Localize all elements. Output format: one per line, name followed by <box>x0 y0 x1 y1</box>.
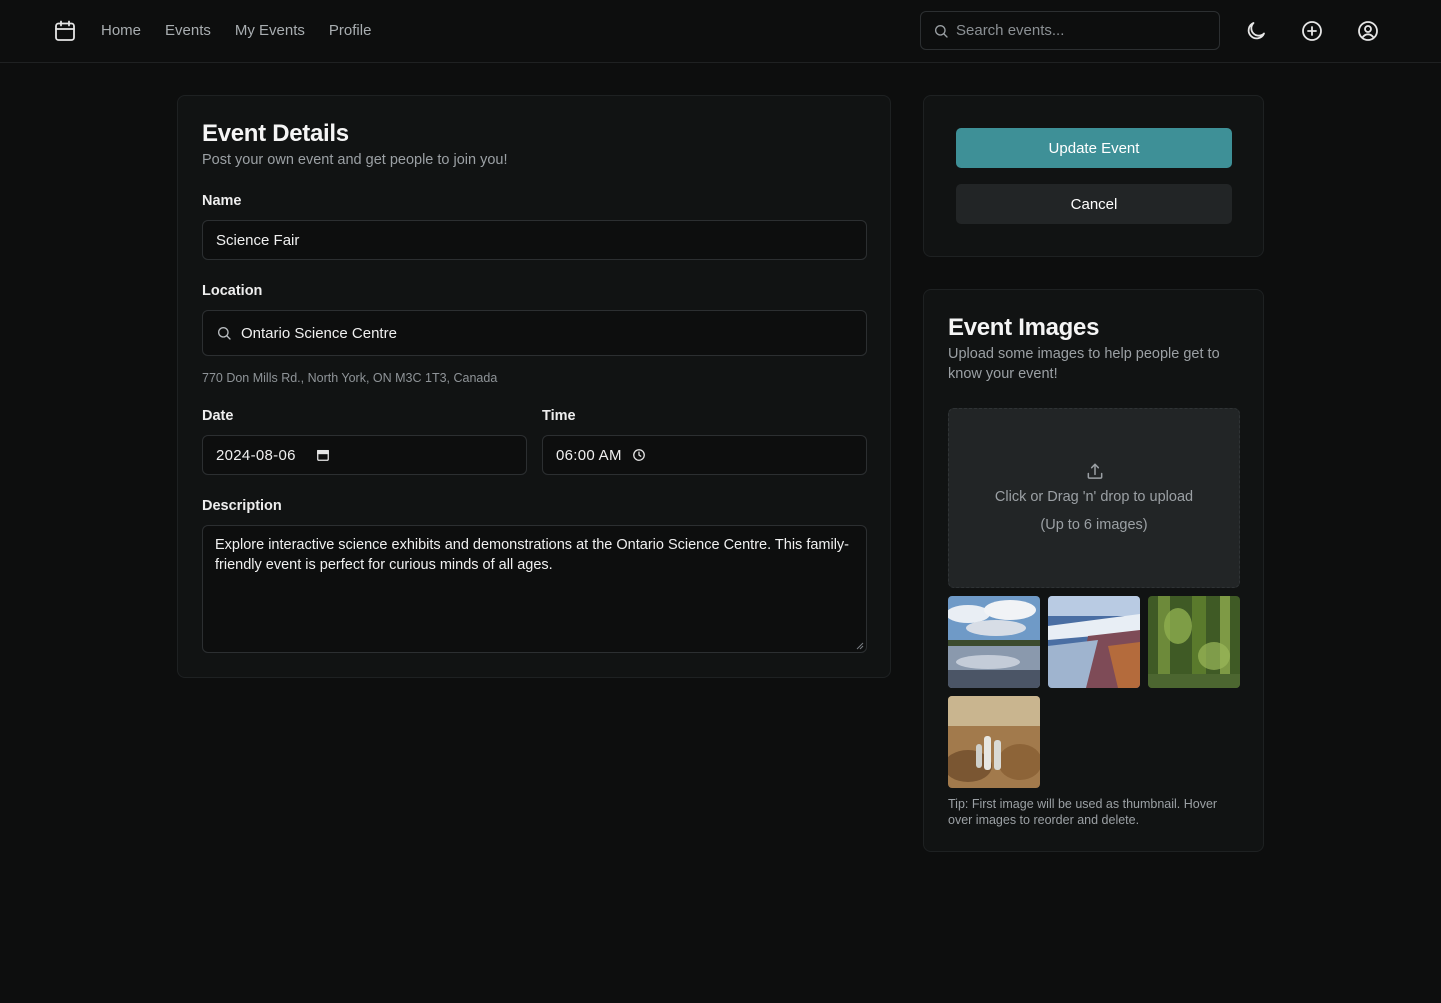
location-value: Ontario Science Centre <box>241 324 397 342</box>
details-title: Event Details <box>202 120 349 147</box>
description-label: Description <box>202 498 282 514</box>
description-textarea[interactable]: Explore interactive science exhibits and… <box>202 525 867 653</box>
main-nav: Home Events My Events Profile <box>101 22 371 40</box>
cancel-button[interactable]: Cancel <box>956 184 1232 224</box>
event-details-card: Event Details Post your own event and ge… <box>177 95 891 678</box>
name-label: Name <box>202 193 242 209</box>
top-navbar: Home Events My Events Profile <box>0 0 1441 63</box>
location-field[interactable]: Ontario Science Centre <box>202 310 867 356</box>
search-box[interactable] <box>920 11 1220 50</box>
date-label: Date <box>202 408 234 424</box>
mountain-landscape-image <box>1048 596 1140 688</box>
nav-my-events[interactable]: My Events <box>235 22 305 40</box>
event-image[interactable] <box>1048 596 1140 688</box>
autumn-plant-image <box>948 696 1040 788</box>
nav-home[interactable]: Home <box>101 22 141 40</box>
search-input[interactable] <box>956 22 1206 39</box>
search-icon <box>218 327 231 340</box>
name-field[interactable]: Science Fair <box>202 220 867 260</box>
event-image-thumbnail[interactable] <box>948 596 1040 688</box>
location-address: 770 Don Mills Rd., North York, ON M3C 1T… <box>202 371 498 385</box>
image-dropzone[interactable]: Click or Drag 'n' drop to upload (Up to … <box>948 408 1240 588</box>
moon-icon[interactable] <box>1244 19 1268 43</box>
lake-landscape-image <box>948 596 1040 688</box>
time-label: Time <box>542 408 576 424</box>
event-image[interactable] <box>1148 596 1240 688</box>
plus-circle-icon[interactable] <box>1300 19 1324 43</box>
forest-image <box>1148 596 1240 688</box>
images-subtitle: Upload some images to help people get to… <box>948 346 1220 382</box>
upload-icon <box>1087 463 1103 479</box>
time-value: 06:00 AM <box>556 446 622 464</box>
nav-profile[interactable]: Profile <box>329 22 372 40</box>
event-images-card: Event Images Upload some images to help … <box>923 289 1264 852</box>
user-circle-icon[interactable] <box>1356 19 1380 43</box>
date-field[interactable]: 2024-08-06 <box>202 435 527 475</box>
dropzone-text: Click or Drag 'n' drop to upload <box>994 489 1194 505</box>
description-value: Explore interactive science exhibits and… <box>215 537 850 573</box>
details-subtitle: Post your own event and get people to jo… <box>202 152 508 168</box>
dropzone-limit: (Up to 6 images) <box>1040 517 1148 533</box>
images-tip: Tip: First image will be used as thumbna… <box>948 797 1218 827</box>
name-value: Science Fair <box>216 231 300 249</box>
resize-handle-icon[interactable] <box>856 642 864 650</box>
calendar-icon[interactable] <box>316 448 330 462</box>
update-event-button[interactable]: Update Event <box>956 128 1232 168</box>
actions-card: Update Event Cancel <box>923 95 1264 257</box>
clock-icon[interactable] <box>632 448 646 462</box>
nav-events[interactable]: Events <box>165 22 211 40</box>
location-label: Location <box>202 283 263 299</box>
calendar-icon[interactable] <box>53 19 77 43</box>
time-field[interactable]: 06:00 AM <box>542 435 867 475</box>
images-title: Event Images <box>948 314 1100 341</box>
event-image[interactable] <box>948 696 1040 788</box>
date-value: 2024-08-06 <box>216 446 296 464</box>
search-icon <box>935 24 948 38</box>
